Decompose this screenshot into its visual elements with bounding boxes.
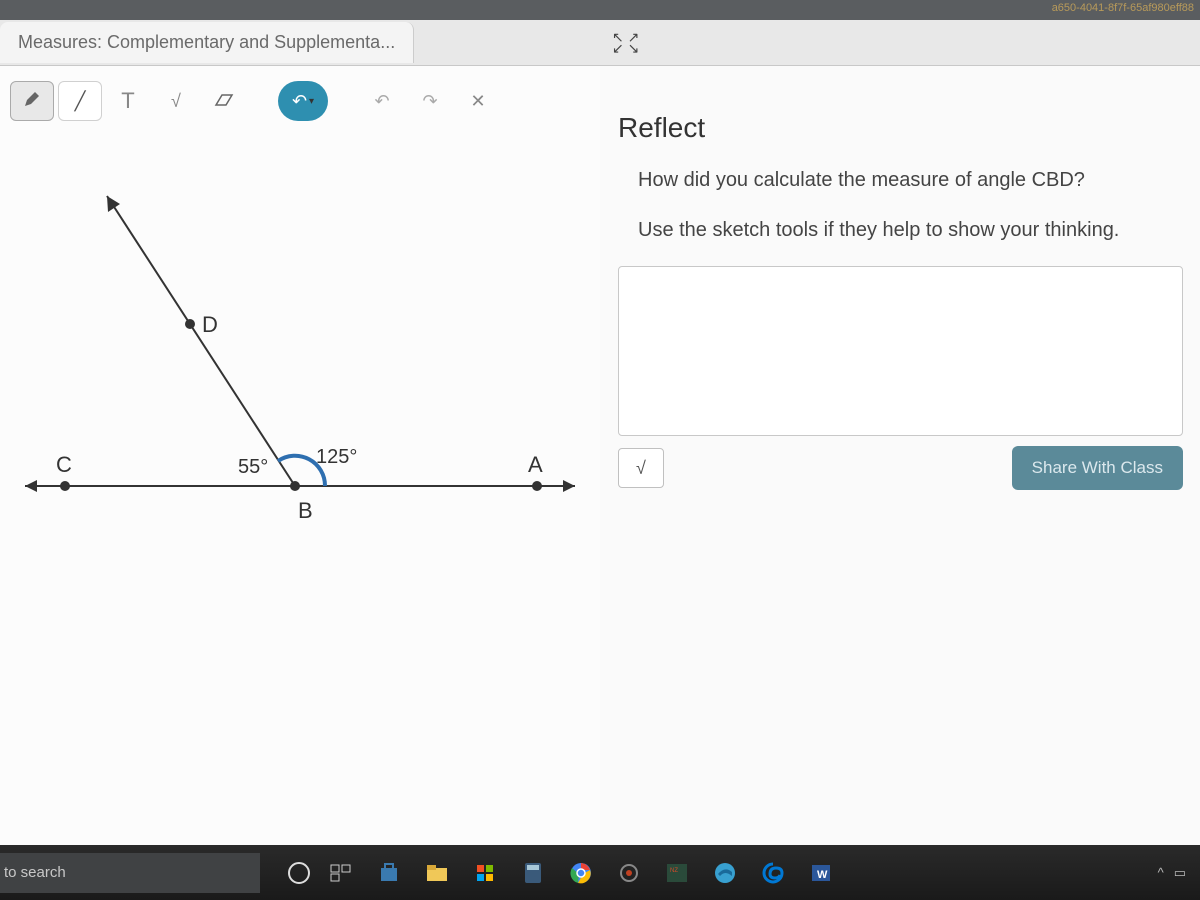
answer-textarea[interactable] <box>618 266 1183 436</box>
question-1: How did you calculate the measure of ang… <box>618 166 1188 194</box>
text-icon: T <box>121 88 134 114</box>
file-explorer-icon[interactable] <box>420 856 454 890</box>
label-point-b: B <box>298 498 313 524</box>
nearpod-icon[interactable]: NZ <box>660 856 694 890</box>
reflect-panel: ↖ ↗ ↙ ↘ Reflect How did you calculate th… <box>600 66 1200 845</box>
search-placeholder: to search <box>4 864 66 881</box>
word-icon[interactable]: W <box>804 856 838 890</box>
angle-cbd-label: 55° <box>238 456 268 479</box>
pen-icon <box>23 90 41 113</box>
cortana-icon[interactable] <box>288 862 310 884</box>
color-swirl-icon: ↶ <box>292 91 307 112</box>
sqrt-icon: √ <box>636 458 646 479</box>
chevron-down-icon: ▾ <box>309 96 314 107</box>
store-icon[interactable] <box>372 856 406 890</box>
color-picker[interactable]: ↶ ▾ <box>278 81 328 121</box>
answer-toolbar: √ Share With Class <box>618 446 1183 490</box>
question-2: Use the sketch tools if they help to sho… <box>618 216 1188 244</box>
line-icon: ╱ <box>75 91 86 112</box>
edge-legacy-icon[interactable] <box>708 856 742 890</box>
text-tool[interactable]: T <box>106 81 150 121</box>
math-tool[interactable]: √ <box>154 81 198 121</box>
sketch-canvas[interactable]: C A B D 55° 125° <box>0 136 600 696</box>
sqrt-icon: √ <box>171 91 181 112</box>
browser-tab-bar: Measures: Complementary and Supplementa.… <box>0 20 1200 65</box>
pen-tool[interactable] <box>10 81 54 121</box>
expand-icon-2: ↙ ↘ <box>612 43 639 54</box>
eraser-icon <box>214 91 234 112</box>
undo-icon: ↶ <box>374 91 389 112</box>
share-with-class-button[interactable]: Share With Class <box>1012 446 1183 490</box>
diagram-svg <box>0 136 600 696</box>
undo-button[interactable]: ↶ <box>360 81 404 121</box>
close-icon: ✕ <box>470 91 485 112</box>
expand-collapse-button[interactable]: ↖ ↗ ↙ ↘ <box>612 32 639 54</box>
label-point-d: D <box>202 312 218 338</box>
browser-url-bar: a650-4041-8f7f-65af980eff88 <box>0 0 1200 20</box>
edge-icon[interactable] <box>756 856 790 890</box>
calculator-icon[interactable] <box>516 856 550 890</box>
windows-taskbar: to search NZ <box>0 845 1200 900</box>
taskbar-search[interactable]: to search <box>0 853 260 893</box>
browser-tab-active[interactable]: Measures: Complementary and Supplementa.… <box>0 22 414 63</box>
reflect-heading: Reflect <box>618 112 1188 144</box>
url-fragment: a650-4041-8f7f-65af980eff88 <box>1052 2 1194 14</box>
svg-text:W: W <box>817 869 828 881</box>
task-view-icon[interactable] <box>324 856 358 890</box>
label-point-c: C <box>56 452 72 478</box>
clear-button[interactable]: ✕ <box>456 81 500 121</box>
eraser-tool[interactable] <box>202 81 246 121</box>
redo-button[interactable]: ↷ <box>408 81 452 121</box>
taskbar-app-icons: NZ W <box>288 856 838 890</box>
chrome-icon[interactable] <box>564 856 598 890</box>
line-tool[interactable]: ╱ <box>58 81 102 121</box>
label-point-a: A <box>528 452 543 478</box>
microsoft-store-icon[interactable] <box>468 856 502 890</box>
sketch-panel: ╱ T √ ↶ ▾ ↶ ↷ <box>0 66 600 845</box>
tray-chevron-icon[interactable]: ^ <box>1158 865 1164 880</box>
redo-icon: ↷ <box>422 91 437 112</box>
svg-text:NZ: NZ <box>670 868 678 874</box>
tab-title: Measures: Complementary and Supplementa.… <box>18 32 395 52</box>
settings-icon[interactable] <box>612 856 646 890</box>
tray-battery-icon[interactable]: ▭ <box>1174 865 1186 881</box>
insert-math-button[interactable]: √ <box>618 448 664 488</box>
system-tray: ^ ▭ <box>1158 865 1186 881</box>
angle-dba-label: 125° <box>316 446 357 469</box>
app-content: ╱ T √ ↶ ▾ ↶ ↷ <box>0 65 1200 845</box>
sketch-toolbar: ╱ T √ ↶ ▾ ↶ ↷ <box>0 66 600 136</box>
